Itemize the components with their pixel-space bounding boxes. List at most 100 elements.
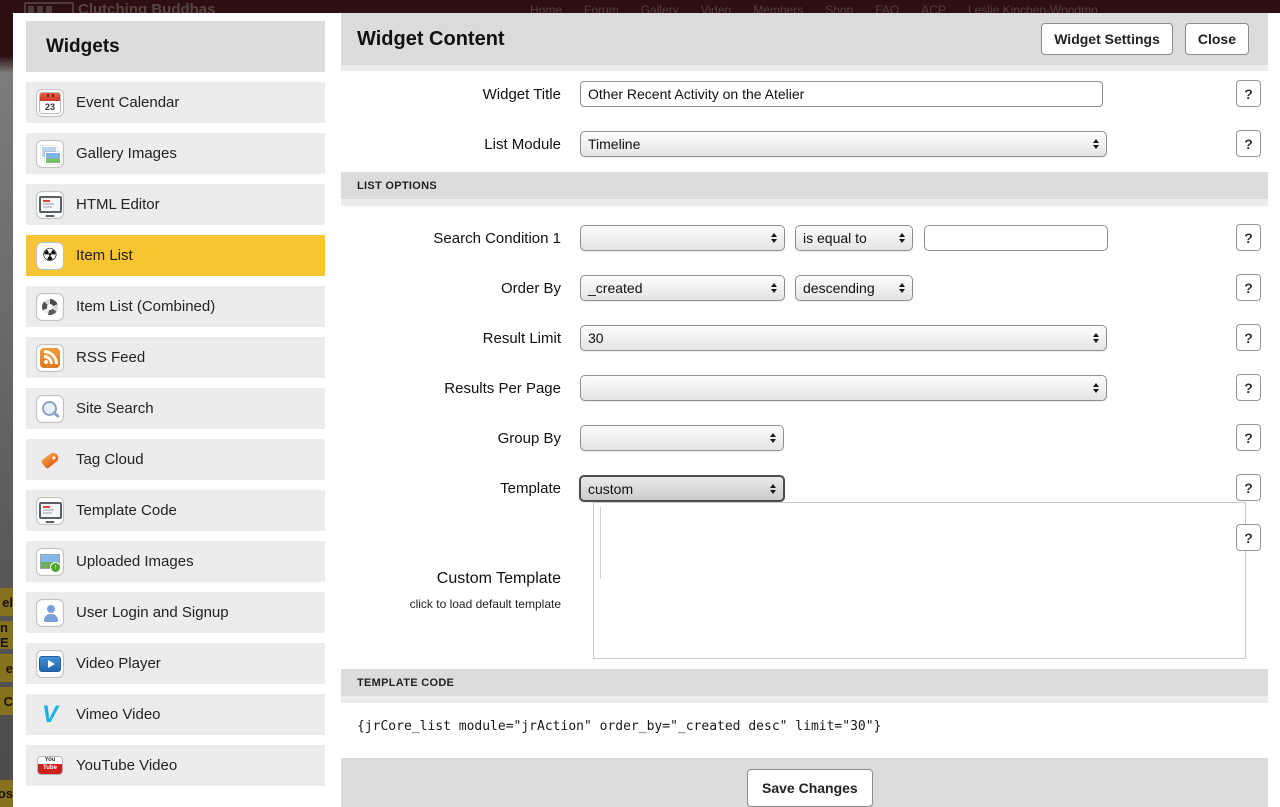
- search-condition-label: Search Condition 1: [433, 230, 561, 247]
- results-per-page-select[interactable]: [580, 375, 1107, 401]
- custom-template-sublabel[interactable]: click to load default template: [410, 597, 561, 611]
- help-button-order-by[interactable]: ?: [1236, 274, 1261, 301]
- nav-user[interactable]: Leslie Kinchen-Woodmo: [968, 3, 1098, 13]
- site-header-bar: Clutching Buddhas Home Forum Gallery Vid…: [0, 0, 1280, 13]
- background-menu-fragment: C: [0, 687, 13, 715]
- nav-home[interactable]: Home: [530, 3, 562, 13]
- nav-faq[interactable]: FAQ: [875, 3, 899, 13]
- help-button-widget-title[interactable]: ?: [1236, 80, 1261, 107]
- nav-forum[interactable]: Forum: [584, 3, 619, 13]
- template-code-text: {jrCore_list module="jrAction" order_by=…: [357, 719, 881, 734]
- item-list-icon: ☢: [36, 242, 64, 270]
- widgets-sidebar: Widgets 23 Event Calendar Gallery Images…: [26, 21, 325, 786]
- select-arrows-icon: [891, 283, 905, 293]
- sidebar-item-user-login[interactable]: User Login and Signup: [26, 592, 325, 633]
- sidebar-item-label: Vimeo Video: [76, 706, 161, 723]
- order-by-direction-select[interactable]: descending: [795, 275, 913, 301]
- site-logo-icon: [24, 2, 74, 13]
- nav-gallery[interactable]: Gallery: [641, 3, 679, 13]
- sidebar-item-uploaded-images[interactable]: ↑ Uploaded Images: [26, 541, 325, 582]
- help-button-results-per-page[interactable]: ?: [1236, 374, 1261, 401]
- help-button-template[interactable]: ?: [1236, 474, 1261, 501]
- calendar-icon: 23: [36, 89, 64, 117]
- sidebar-item-event-calendar[interactable]: 23 Event Calendar: [26, 82, 325, 123]
- select-arrows-icon: [762, 433, 776, 443]
- section-template-code: TEMPLATE CODE: [341, 669, 1268, 696]
- close-button[interactable]: Close: [1185, 23, 1249, 55]
- sidebar-item-label: Item List (Combined): [76, 298, 215, 315]
- sidebar-item-site-search[interactable]: Site Search: [26, 388, 325, 429]
- help-button-search-condition[interactable]: ?: [1236, 224, 1261, 251]
- sidebar-item-gallery-images[interactable]: Gallery Images: [26, 133, 325, 174]
- select-arrows-icon: [763, 233, 777, 243]
- sidebar-item-rss-feed[interactable]: RSS Feed: [26, 337, 325, 378]
- custom-template-textarea[interactable]: [593, 502, 1246, 659]
- sidebar-item-label: Tag Cloud: [76, 451, 144, 468]
- help-button-group-by[interactable]: ?: [1236, 424, 1261, 451]
- background-menu-fragment: el: [0, 588, 13, 616]
- site-nav: Home Forum Gallery Video Members Shop FA…: [530, 3, 1098, 13]
- help-button-result-limit[interactable]: ?: [1236, 324, 1261, 351]
- template-select[interactable]: custom: [579, 475, 785, 502]
- panel-header: Widget Content Widget Settings Close: [341, 13, 1268, 65]
- sidebar-item-label: Item List: [76, 247, 133, 264]
- result-limit-label: Result Limit: [483, 330, 561, 347]
- results-per-page-label: Results Per Page: [444, 380, 561, 397]
- tag-icon: [36, 446, 64, 474]
- rss-icon: [36, 344, 64, 372]
- search-condition-value-input[interactable]: [924, 225, 1108, 251]
- background-menu-fragment: os: [0, 780, 13, 807]
- sidebar-item-video-player[interactable]: Video Player: [26, 643, 325, 684]
- nav-members[interactable]: Members: [753, 3, 803, 13]
- select-arrows-icon: [762, 484, 776, 494]
- sidebar-item-youtube-video[interactable]: YouTube YouTube Video: [26, 745, 325, 786]
- sidebar-item-label: RSS Feed: [76, 349, 145, 366]
- youtube-icon: YouTube: [36, 752, 64, 780]
- sidebar-item-html-editor[interactable]: HTML Editor: [26, 184, 325, 225]
- order-by-field-select[interactable]: _created: [580, 275, 785, 301]
- background-menu-fragment: e: [0, 654, 13, 682]
- select-arrows-icon: [891, 233, 905, 243]
- video-player-icon: [36, 650, 64, 678]
- sidebar-item-item-list[interactable]: ☢ Item List: [26, 235, 325, 276]
- sidebar-item-label: User Login and Signup: [76, 604, 229, 621]
- sidebar-item-label: Uploaded Images: [76, 553, 194, 570]
- order-by-label: Order By: [501, 280, 561, 297]
- sidebar-item-vimeo-video[interactable]: V Vimeo Video: [26, 694, 325, 735]
- nav-acp[interactable]: ACP: [921, 3, 946, 13]
- select-arrows-icon: [1085, 139, 1099, 149]
- result-limit-select[interactable]: 30: [580, 325, 1107, 351]
- sidebar-item-label: YouTube Video: [76, 757, 177, 774]
- sidebar-item-label: HTML Editor: [76, 196, 160, 213]
- upload-image-icon: ↑: [36, 548, 64, 576]
- text-caret: [600, 507, 601, 579]
- sidebar-item-template-code[interactable]: Template Code: [26, 490, 325, 531]
- group-by-select[interactable]: [580, 425, 784, 451]
- list-module-select[interactable]: Timeline: [580, 131, 1107, 157]
- gallery-icon: [36, 140, 64, 168]
- monitor-icon: [36, 191, 64, 219]
- widget-title-input[interactable]: [580, 81, 1103, 107]
- widget-settings-button[interactable]: Widget Settings: [1041, 23, 1173, 55]
- vimeo-icon: V: [36, 701, 64, 729]
- monitor-icon: [36, 497, 64, 525]
- sidebar-title: Widgets: [26, 21, 325, 72]
- group-by-label: Group By: [498, 430, 561, 447]
- help-button-custom-template[interactable]: ?: [1236, 524, 1261, 551]
- section-list-options: LIST OPTIONS: [341, 172, 1268, 199]
- sidebar-item-label: Template Code: [76, 502, 177, 519]
- panel-title: Widget Content: [357, 28, 505, 51]
- combined-list-icon: [36, 293, 64, 321]
- save-changes-button[interactable]: Save Changes: [747, 769, 873, 807]
- search-condition-field-select[interactable]: [580, 225, 785, 251]
- sidebar-item-tag-cloud[interactable]: Tag Cloud: [26, 439, 325, 480]
- sidebar-item-label: Site Search: [76, 400, 154, 417]
- help-button-list-module[interactable]: ?: [1236, 130, 1261, 157]
- nav-video[interactable]: Video: [701, 3, 731, 13]
- sidebar-item-item-list-combined[interactable]: Item List (Combined): [26, 286, 325, 327]
- sidebar-item-label: Event Calendar: [76, 94, 179, 111]
- widget-title-label: Widget Title: [483, 86, 561, 103]
- search-condition-operator-select[interactable]: is equal to: [795, 225, 913, 251]
- nav-shop[interactable]: Shop: [825, 3, 853, 13]
- template-label: Template: [500, 480, 561, 497]
